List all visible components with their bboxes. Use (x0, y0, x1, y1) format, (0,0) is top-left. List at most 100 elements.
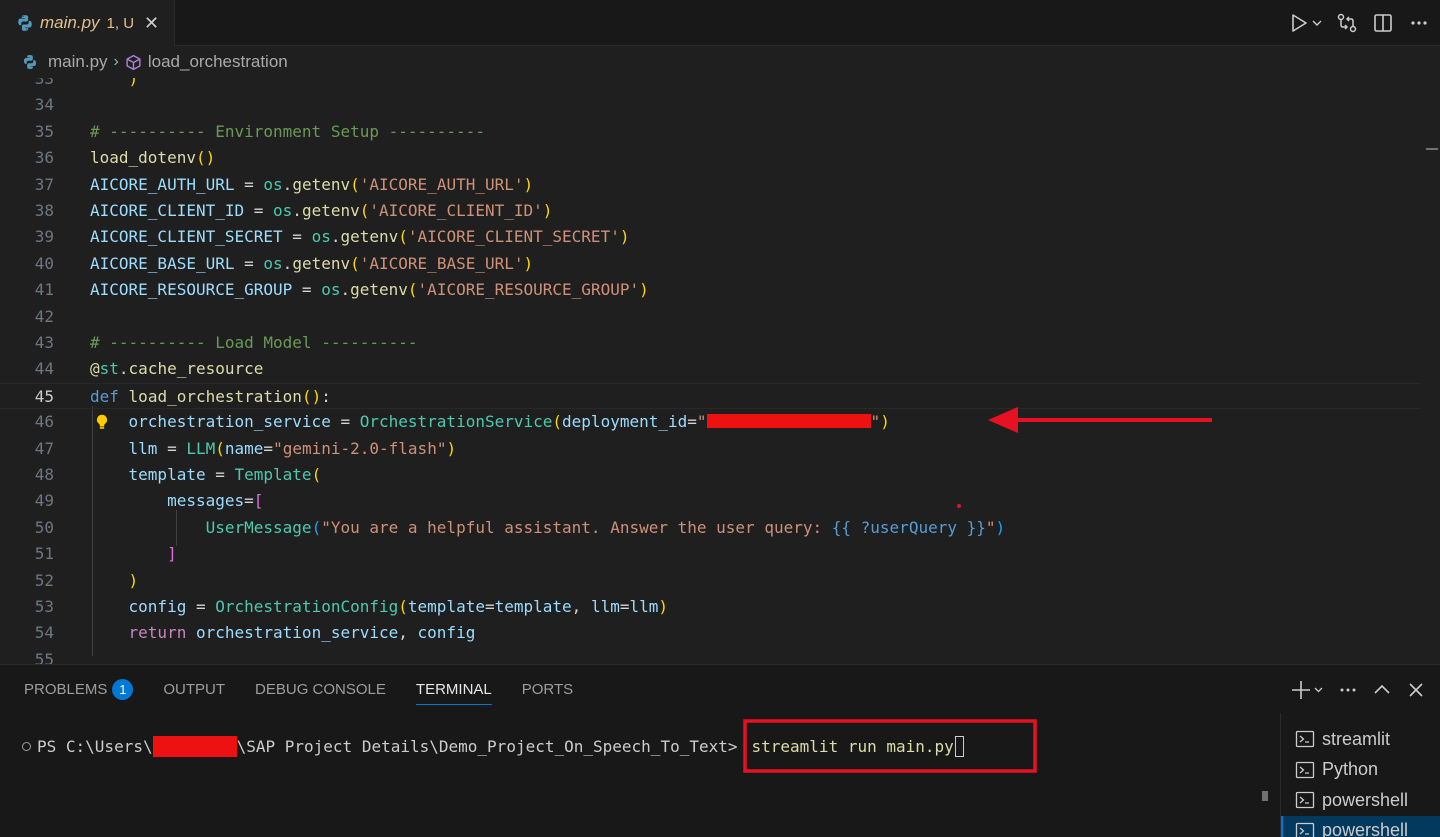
code-text: ] (90, 541, 177, 567)
terminal-line: PS C:\Users\ \SAP Project Details\Demo_Pr… (22, 736, 964, 757)
code-line[interactable]: 39 AICORE_CLIENT_SECRET = os.getenv('AICO… (0, 224, 1420, 250)
line-number: 36 (34, 148, 54, 168)
code-line[interactable]: 54 return orchestration_service, config (0, 620, 1420, 646)
tab-label: PORTS (521, 680, 574, 698)
code-line[interactable]: 33 ) (0, 78, 1420, 92)
code-token: ( (350, 174, 360, 194)
tab-debug-console[interactable]: DEBUG CONSOLE (255, 665, 386, 713)
terminal-view[interactable]: PS C:\Users\ \SAP Project Details\Demo_Pr… (0, 721, 1270, 837)
code-line[interactable]: 55 (0, 647, 1420, 664)
line-number: 55 (34, 649, 54, 664)
code-text: ) (90, 568, 139, 594)
line-number: 34 (34, 95, 54, 115)
code-text: AICORE_CLIENT_ID = os.getenv('AICORE_CLI… (90, 198, 552, 224)
new-terminal-button[interactable] (1290, 679, 1324, 701)
code-line[interactable]: 53 config = OrchestrationConfig(template… (0, 594, 1420, 620)
code-line[interactable]: 40 AICORE_BASE_URL = os.getenv('AICORE_BA… (0, 251, 1420, 277)
code-token: llm (128, 438, 158, 458)
code-line[interactable]: 48 template = Template( (0, 462, 1420, 488)
code-token: orchestration_service (195, 623, 399, 643)
code-line[interactable]: 50 UserMessage("You are a helpful assist… (0, 515, 1420, 541)
code-line[interactable]: 47 llm = LLM(name="gemini-2.0-flash") (0, 436, 1420, 462)
run-button[interactable] (1286, 8, 1326, 38)
more-actions-button[interactable] (1338, 680, 1358, 700)
panel-actions (1276, 675, 1426, 705)
code-line[interactable]: 49 messages=[ (0, 488, 1420, 514)
code-text: messages=[ (90, 488, 263, 514)
code-token: UserMessage (205, 517, 312, 537)
python-file-icon (24, 55, 36, 69)
code-line[interactable]: 41 AICORE_RESOURCE_GROUP = os.getenv('AIC… (0, 277, 1420, 303)
code-token: 'AICORE_CLIENT_ID' (369, 201, 543, 220)
code-token: . (282, 253, 293, 273)
code-line[interactable]: 36 load_dotenv() (0, 145, 1420, 171)
code-token: ( (398, 227, 408, 247)
code-token: os (311, 227, 331, 247)
open-changes-button[interactable] (1332, 8, 1362, 38)
code-token: # ---------- Environment Setup ---------… (90, 121, 485, 141)
breadcrumb-file[interactable]: main.py (48, 52, 108, 72)
terminal-cursor (954, 736, 964, 757)
code-token: load_dotenv (90, 148, 196, 168)
code-line[interactable]: 35 # ---------- Environment Setup -------… (0, 119, 1420, 145)
close-icon[interactable]: ✕ (144, 14, 159, 32)
maximize-panel-button[interactable] (1372, 680, 1392, 700)
code-text: AICORE_RESOURCE_GROUP = os.getenv('AICOR… (90, 277, 649, 303)
breadcrumb-symbol[interactable]: load_orchestration (148, 52, 288, 72)
code-line[interactable]: 51 ] (0, 541, 1420, 567)
code-token: ( (311, 517, 322, 537)
close-panel-button[interactable] (1406, 680, 1426, 700)
tab-label: PROBLEMS (24, 680, 108, 698)
terminal-list-item[interactable]: powershell (1281, 815, 1440, 837)
code-editor[interactable]: 33 ) 34 35 # ---------- Environment Setup -… (0, 78, 1440, 664)
code-token: ( (215, 438, 225, 458)
prompt-start: PS C:\Users\ (37, 737, 153, 756)
code-line[interactable]: 34 (0, 92, 1420, 118)
code-token: # ---------- Load Model ---------- (90, 333, 418, 352)
terminal-list-item[interactable]: streamlit (1281, 724, 1440, 754)
code-token: OrchestrationService (359, 412, 553, 432)
terminal-list-item[interactable]: powershell (1281, 785, 1440, 815)
code-token: 'AICORE_BASE_URL' (359, 253, 524, 273)
tab-output[interactable]: OUTPUT (163, 665, 225, 713)
terminal-icon (1295, 761, 1315, 778)
split-editor-button[interactable] (1368, 8, 1398, 38)
code-token: ) (446, 438, 457, 458)
more-actions-button[interactable] (1404, 8, 1434, 38)
code-line[interactable]: 42 (0, 304, 1420, 330)
terminal-list-item[interactable]: Python (1281, 755, 1440, 785)
code-line[interactable]: 45 def load_orchestration(): (0, 382, 1420, 410)
code-line[interactable]: 38 AICORE_CLIENT_ID = os.getenv('AICORE_C… (0, 198, 1420, 224)
code-line[interactable]: 46 orchestration_service = Orchestration… (0, 409, 1420, 435)
code-token: ( (398, 597, 408, 616)
prompt-end: \SAP Project Details\Demo_Project_On_Spe… (236, 737, 738, 756)
lightbulb-icon[interactable] (93, 413, 111, 431)
line-number: 46 (34, 412, 54, 432)
terminal-scrollbar[interactable] (1262, 791, 1268, 801)
code-line[interactable]: 43 # ---------- Load Model ---------- (0, 330, 1420, 356)
line-number: 41 (34, 280, 54, 300)
code-token: " (696, 412, 707, 432)
code-token: ) (619, 227, 630, 247)
tab-problems[interactable]: PROBLEMS 1 (24, 665, 134, 713)
code-text: config = OrchestrationConfig(template=te… (90, 594, 669, 620)
tab-terminal[interactable]: TERMINAL (415, 665, 492, 713)
code-text: def load_orchestration(): (90, 384, 331, 410)
code-token: ) (523, 253, 534, 273)
line-number: 38 (34, 201, 54, 220)
code-line[interactable]: 52 ) (0, 568, 1420, 594)
code-token: ) (128, 78, 139, 88)
code-token: , (571, 597, 591, 616)
tab-ports[interactable]: PORTS (522, 665, 573, 713)
code-token: = (484, 597, 495, 616)
code-token: . (292, 201, 302, 220)
tab-main-py[interactable]: main.py 1, U ✕ (0, 0, 175, 46)
code-token: template (407, 597, 485, 616)
code-line[interactable]: 37 AICORE_AUTH_URL = os.getenv('AICORE_AU… (0, 172, 1420, 198)
line-number: 49 (34, 491, 54, 511)
code-token: = (687, 412, 697, 432)
line-number: 54 (34, 623, 54, 643)
code-line[interactable]: 44 @st.cache_resource (0, 356, 1420, 382)
